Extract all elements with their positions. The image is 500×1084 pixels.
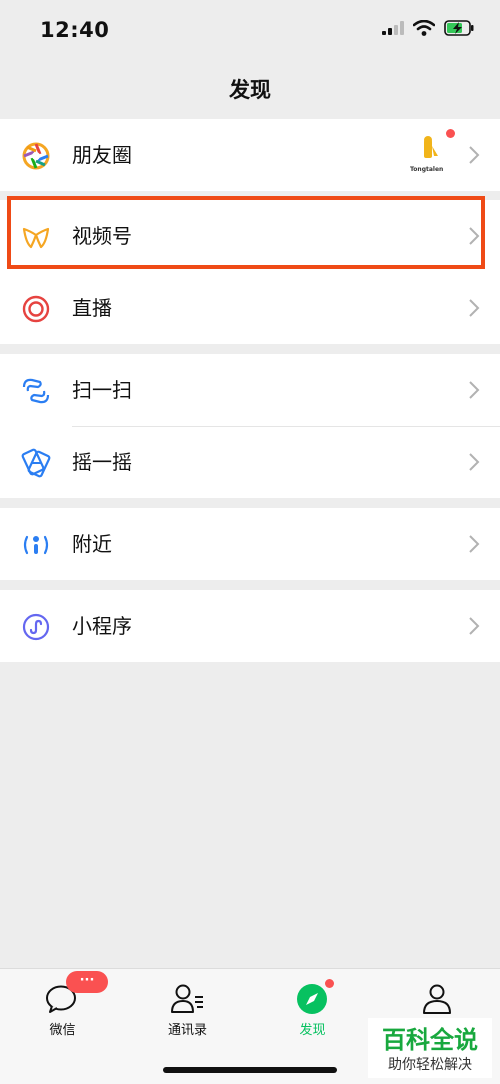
- watermark-title: 百科全说: [382, 1026, 478, 1054]
- menu-group-social: 朋友圈 Tongtalen: [0, 119, 500, 191]
- live-icon: [22, 295, 50, 323]
- menu-item-label: 附近: [72, 532, 112, 556]
- status-time: 12:40: [40, 18, 110, 42]
- tab-discover[interactable]: 发现: [250, 969, 375, 1049]
- chevron-right-icon: [469, 299, 480, 317]
- person-icon: [423, 984, 451, 1014]
- tab-label: 微信: [49, 1023, 76, 1038]
- watermark: 百科全说 助你轻松解决: [368, 1018, 492, 1078]
- page-title: 发现: [229, 78, 271, 102]
- shake-icon: [21, 448, 51, 478]
- menu-item-scan[interactable]: 扫一扫: [0, 354, 500, 426]
- menu-group-mini-programs: 小程序: [0, 590, 500, 662]
- wifi-icon: [413, 20, 435, 36]
- chevron-right-icon: [469, 453, 480, 471]
- menu-item-nearby[interactable]: 附近: [0, 508, 500, 580]
- chevron-right-icon: [469, 146, 480, 164]
- tab-label: 通讯录: [167, 1023, 207, 1038]
- compass-icon: [297, 984, 327, 1014]
- menu-item-moments[interactable]: 朋友圈 Tongtalen: [0, 119, 500, 191]
- menu-item-mini-programs[interactable]: 小程序: [0, 590, 500, 662]
- unread-badge: ···: [66, 971, 108, 993]
- highlight-box: [7, 196, 485, 269]
- chevron-right-icon: [469, 535, 480, 553]
- nearby-icon: [23, 535, 49, 555]
- battery-charging-icon: [444, 20, 474, 36]
- status-icons: [382, 20, 474, 36]
- chevron-right-icon: [469, 617, 480, 635]
- menu-item-shake[interactable]: 摇一摇: [0, 426, 500, 498]
- watermark-subtitle: 助你轻松解决: [388, 1057, 472, 1073]
- menu-item-label: 摇一摇: [72, 450, 132, 474]
- tongtalen-logo-icon: [424, 136, 438, 158]
- home-indicator: [163, 1067, 337, 1073]
- tab-label: 发现: [299, 1023, 326, 1038]
- mini-program-icon: [22, 613, 50, 641]
- discover-new-dot: [325, 979, 334, 988]
- moments-new-dot: [446, 129, 455, 138]
- tab-chats[interactable]: ··· 微信: [0, 969, 125, 1049]
- status-bar: 12:40: [0, 0, 500, 60]
- menu-item-label: 扫一扫: [72, 378, 132, 402]
- tab-contacts[interactable]: 通讯录: [125, 969, 250, 1049]
- thumbnail-caption: Tongtalen: [410, 166, 444, 173]
- menu-item-label: 直播: [72, 296, 112, 320]
- moments-thumbnail: Tongtalen: [410, 134, 448, 176]
- moments-icon: [22, 142, 50, 170]
- menu-item-label: 朋友圈: [72, 143, 132, 167]
- menu-group-tools: 扫一扫 摇一摇: [0, 354, 500, 498]
- scan-icon: [22, 378, 50, 404]
- menu-item-live[interactable]: 直播: [0, 272, 500, 344]
- contacts-icon: [171, 984, 203, 1013]
- cellular-signal-icon: [382, 21, 404, 35]
- menu-group-nearby: 附近: [0, 508, 500, 580]
- menu-item-label: 小程序: [72, 614, 132, 638]
- chevron-right-icon: [469, 381, 480, 399]
